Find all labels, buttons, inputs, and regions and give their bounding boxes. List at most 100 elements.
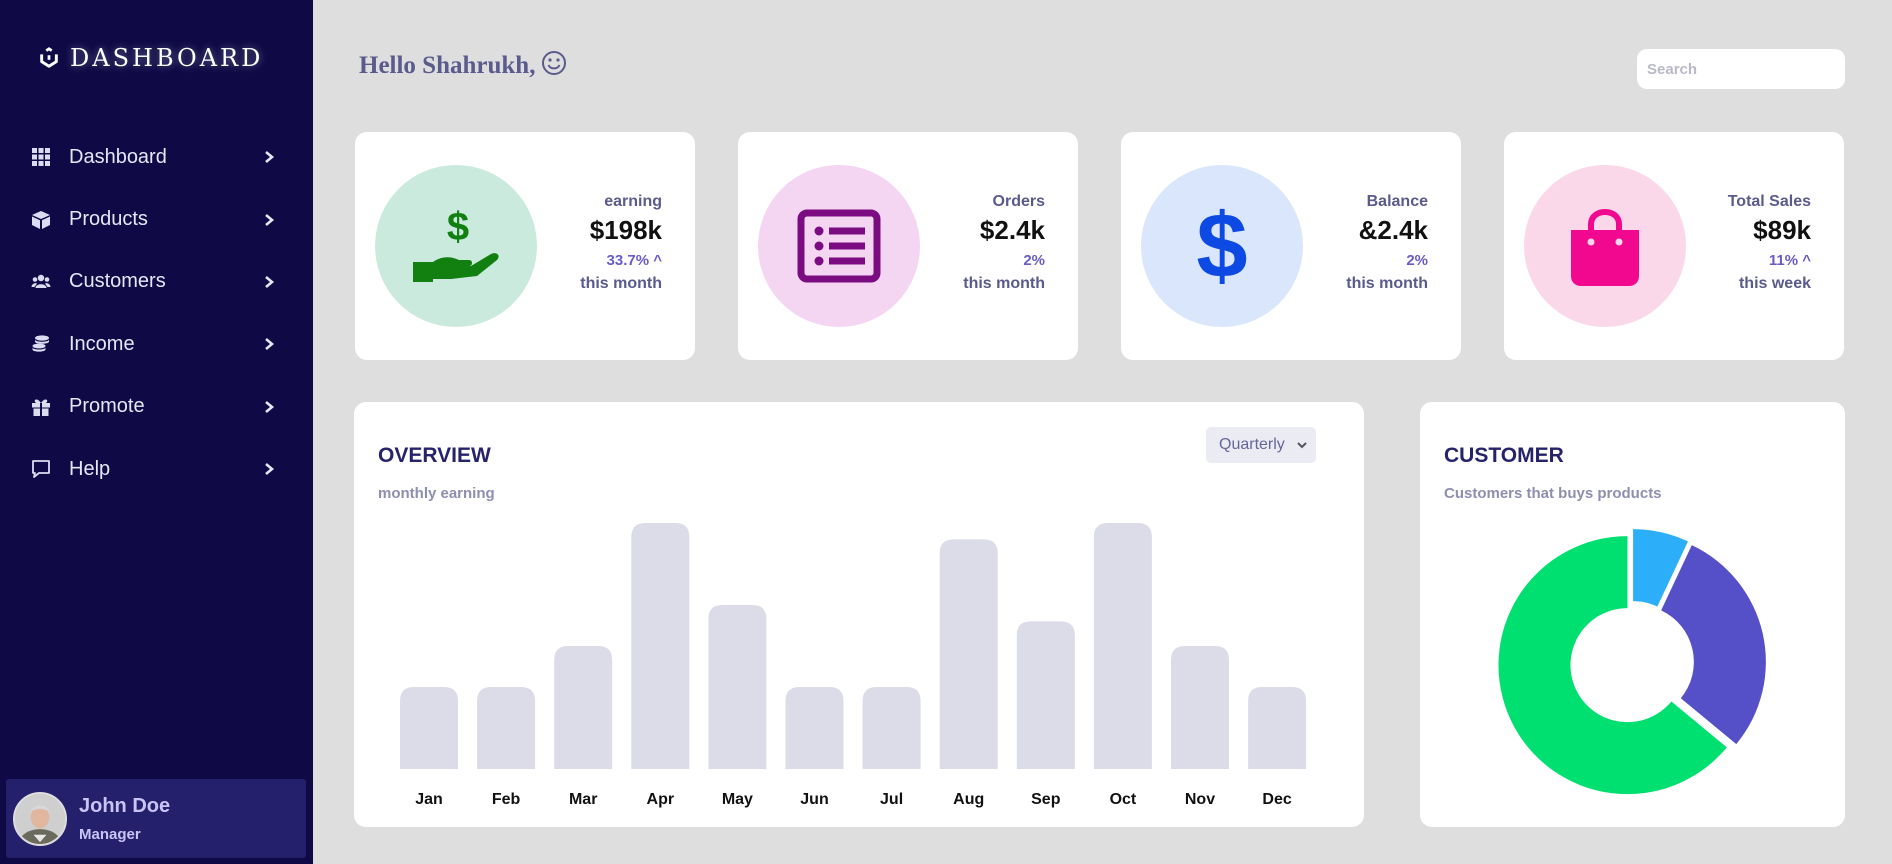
card-icon-circle [1524,165,1686,327]
stat-card-earning[interactable]: $ earning $198k 33.7% ^ this month [355,132,695,360]
x-tick-label: Jun [800,791,828,808]
sidebar-item-products[interactable]: Products [0,188,313,250]
card-period: this month [580,275,662,292]
card-value: $89k [1753,215,1811,245]
overview-title: OVERVIEW [378,444,491,467]
x-tick-label: Apr [647,791,675,808]
sidebar-item-help[interactable]: Help [0,438,313,500]
card-change: 11% ^ [1768,252,1811,269]
bar-jan[interactable] [400,687,458,769]
bar-jun[interactable] [785,687,844,769]
sidebar-item-label: Income [69,332,135,355]
logo-icon [40,47,58,68]
grid-icon [30,146,52,168]
card-period: this month [1346,275,1428,292]
period-select-value: Quarterly [1219,436,1285,453]
dollar-icon: $ [1196,201,1247,291]
smiley-icon [542,51,567,75]
customer-panel: CUSTOMER Customers that buys products [1420,402,1845,827]
user-name: John Doe [79,794,171,817]
card-title: Balance [1366,193,1428,210]
period-select[interactable]: Quarterly [1206,427,1316,463]
x-tick-label: Sep [1031,791,1061,808]
card-value: $2.4k [979,215,1045,245]
card-change: 2% [1023,252,1045,269]
card-icon-circle [758,165,920,327]
users-icon [30,271,52,293]
bar-dec[interactable] [1248,687,1307,769]
list-icon [797,209,881,283]
card-value: &2.4k [1358,215,1428,245]
card-title: Total Sales [1727,193,1811,210]
x-tick-label: Feb [492,791,521,808]
card-icon-circle: $ [1141,165,1303,327]
chevron-right-icon [262,275,276,289]
avatar[interactable] [13,791,67,846]
bar-feb[interactable] [477,687,536,769]
stat-card-balance[interactable]: $ Balance &2.4k 2% this month [1121,132,1461,360]
card-value: $198k [589,215,662,245]
x-tick-label: Oct [1110,791,1137,808]
x-tick-label: Aug [953,791,984,808]
sidebar-item-dashboard[interactable]: Dashboard [0,126,313,188]
card-period: this week [1738,275,1811,292]
customer-subtitle: Customers that buys products [1444,485,1662,502]
x-tick-label: Mar [569,791,597,808]
card-period: this month [963,275,1045,292]
card-title: earning [604,193,662,210]
card-title: Orders [992,193,1045,210]
svg-text:$: $ [447,206,469,249]
brand[interactable]: DASHBOARD [38,44,263,72]
x-tick-label: Jul [880,791,903,808]
chevron-right-icon [262,213,276,227]
bar-may[interactable] [708,605,767,769]
x-tick-label: Dec [1262,791,1291,808]
greeting: Hello Shahrukh, [359,51,567,80]
card-change: 2% [1406,252,1428,269]
bar-nov[interactable] [1171,646,1229,769]
x-tick-label: May [722,791,753,808]
box-icon [30,209,52,231]
sidebar-item-label: Help [69,457,111,480]
chevron-right-icon [262,337,276,351]
card-icon-circle: $ [375,165,537,327]
bar-aug[interactable] [939,539,998,769]
sidebar-item-income[interactable]: Income [0,313,313,375]
gift-icon [30,396,52,418]
search-input[interactable] [1637,49,1845,89]
overview-subtitle: monthly earning [378,485,495,502]
bar-jul[interactable] [862,687,921,769]
x-tick-label: Jan [415,791,443,808]
sidebar: DASHBOARD Dashboard Products Customers I… [0,0,313,864]
user-profile[interactable]: John Doe Manager [6,779,306,858]
bar-mar[interactable] [554,646,613,769]
sidebar-item-customers[interactable]: Customers [0,251,313,313]
sidebar-item-label: Promote [69,395,145,418]
greeting-text: Hello Shahrukh, [359,52,536,79]
sidebar-item-promote[interactable]: Promote [0,376,313,438]
sidebar-item-label: Customers [69,270,166,293]
stat-card-total-sales[interactable]: Total Sales $89k 11% ^ this week [1504,132,1844,360]
sidebar-item-label: Products [69,208,148,231]
brand-title: DASHBOARD [70,44,264,72]
coins-icon [30,333,52,355]
sidebar-item-label: Dashboard [69,145,167,168]
svg-text:$: $ [1196,201,1247,291]
chevron-right-icon [262,462,276,476]
card-change: 33.7% ^ [606,252,662,269]
bar-oct[interactable] [1093,523,1152,769]
x-tick-label: Nov [1185,791,1215,808]
overview-bar-chart: Jan Feb Mar Apr May Jun Jul Aug Sep Oct Nov Dec [400,523,1307,808]
sidebar-nav: Dashboard Products Customers Income Prom… [0,126,313,500]
chevron-right-icon [262,150,276,164]
stat-card-orders[interactable]: Orders $2.4k 2% this month [738,132,1078,360]
user-role: Manager [79,825,141,843]
message-icon [30,458,52,480]
customer-title: CUSTOMER [1444,444,1564,467]
chevron-down-icon [1297,442,1307,449]
chevron-right-icon [262,400,276,414]
shopping-bag-icon [1571,209,1639,286]
overview-panel: Jan Feb Mar Apr May Jun Jul Aug Sep Oct Nov Dec OVE… [354,402,1364,827]
bar-sep[interactable] [1016,621,1075,769]
bar-apr[interactable] [631,523,690,769]
